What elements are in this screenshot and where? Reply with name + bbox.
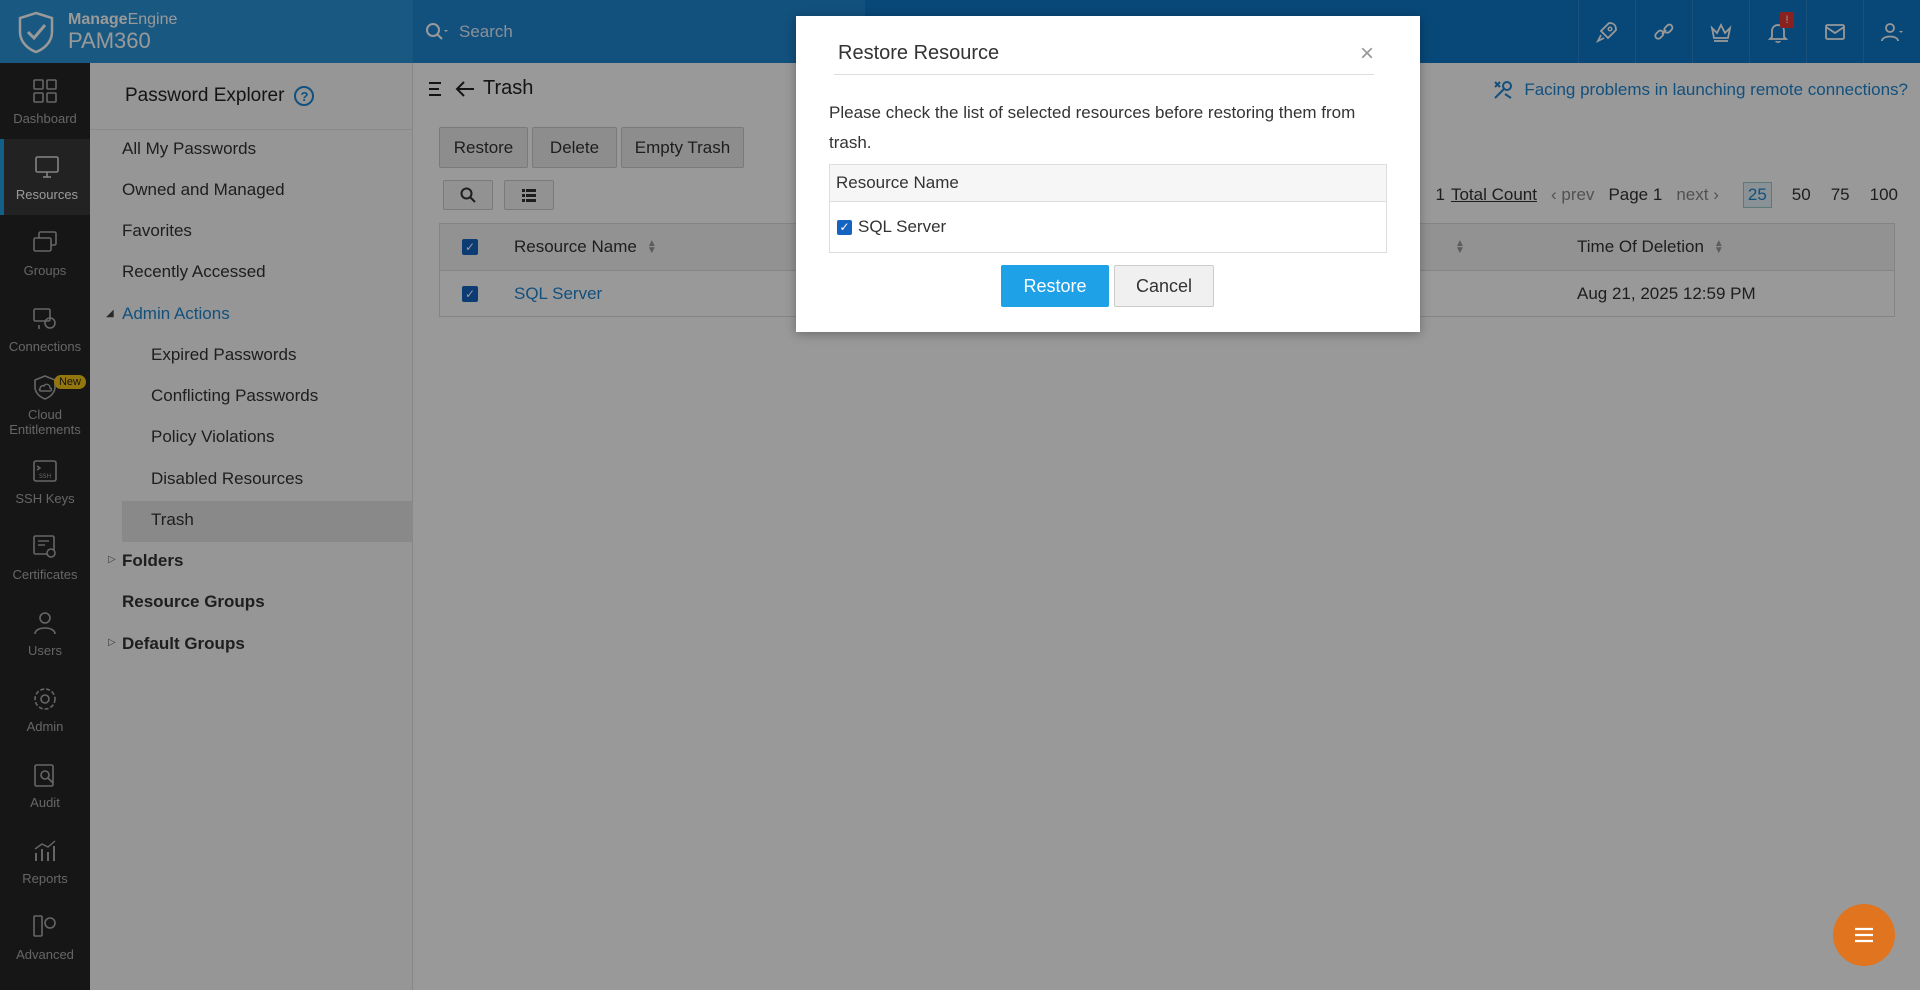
divider bbox=[834, 74, 1374, 75]
resource-name: SQL Server bbox=[858, 217, 947, 236]
column-resource-name: Resource Name bbox=[830, 165, 1386, 202]
dialog-title: Restore Resource bbox=[838, 42, 1000, 64]
restore-resource-dialog: Restore Resource × Please check the list… bbox=[796, 16, 1420, 332]
close-icon[interactable]: × bbox=[1360, 40, 1374, 68]
list-item: ✓ SQL Server bbox=[830, 202, 1386, 252]
selected-resources-table: Resource Name ✓ SQL Server bbox=[829, 164, 1387, 253]
hamburger-icon bbox=[1855, 927, 1873, 943]
cancel-button[interactable]: Cancel bbox=[1114, 265, 1214, 307]
dialog-message: Please check the list of selected resour… bbox=[829, 103, 1356, 152]
resource-checkbox[interactable]: ✓ bbox=[837, 219, 852, 235]
confirm-restore-button[interactable]: Restore bbox=[1001, 265, 1109, 307]
quick-menu-button[interactable] bbox=[1833, 904, 1895, 966]
